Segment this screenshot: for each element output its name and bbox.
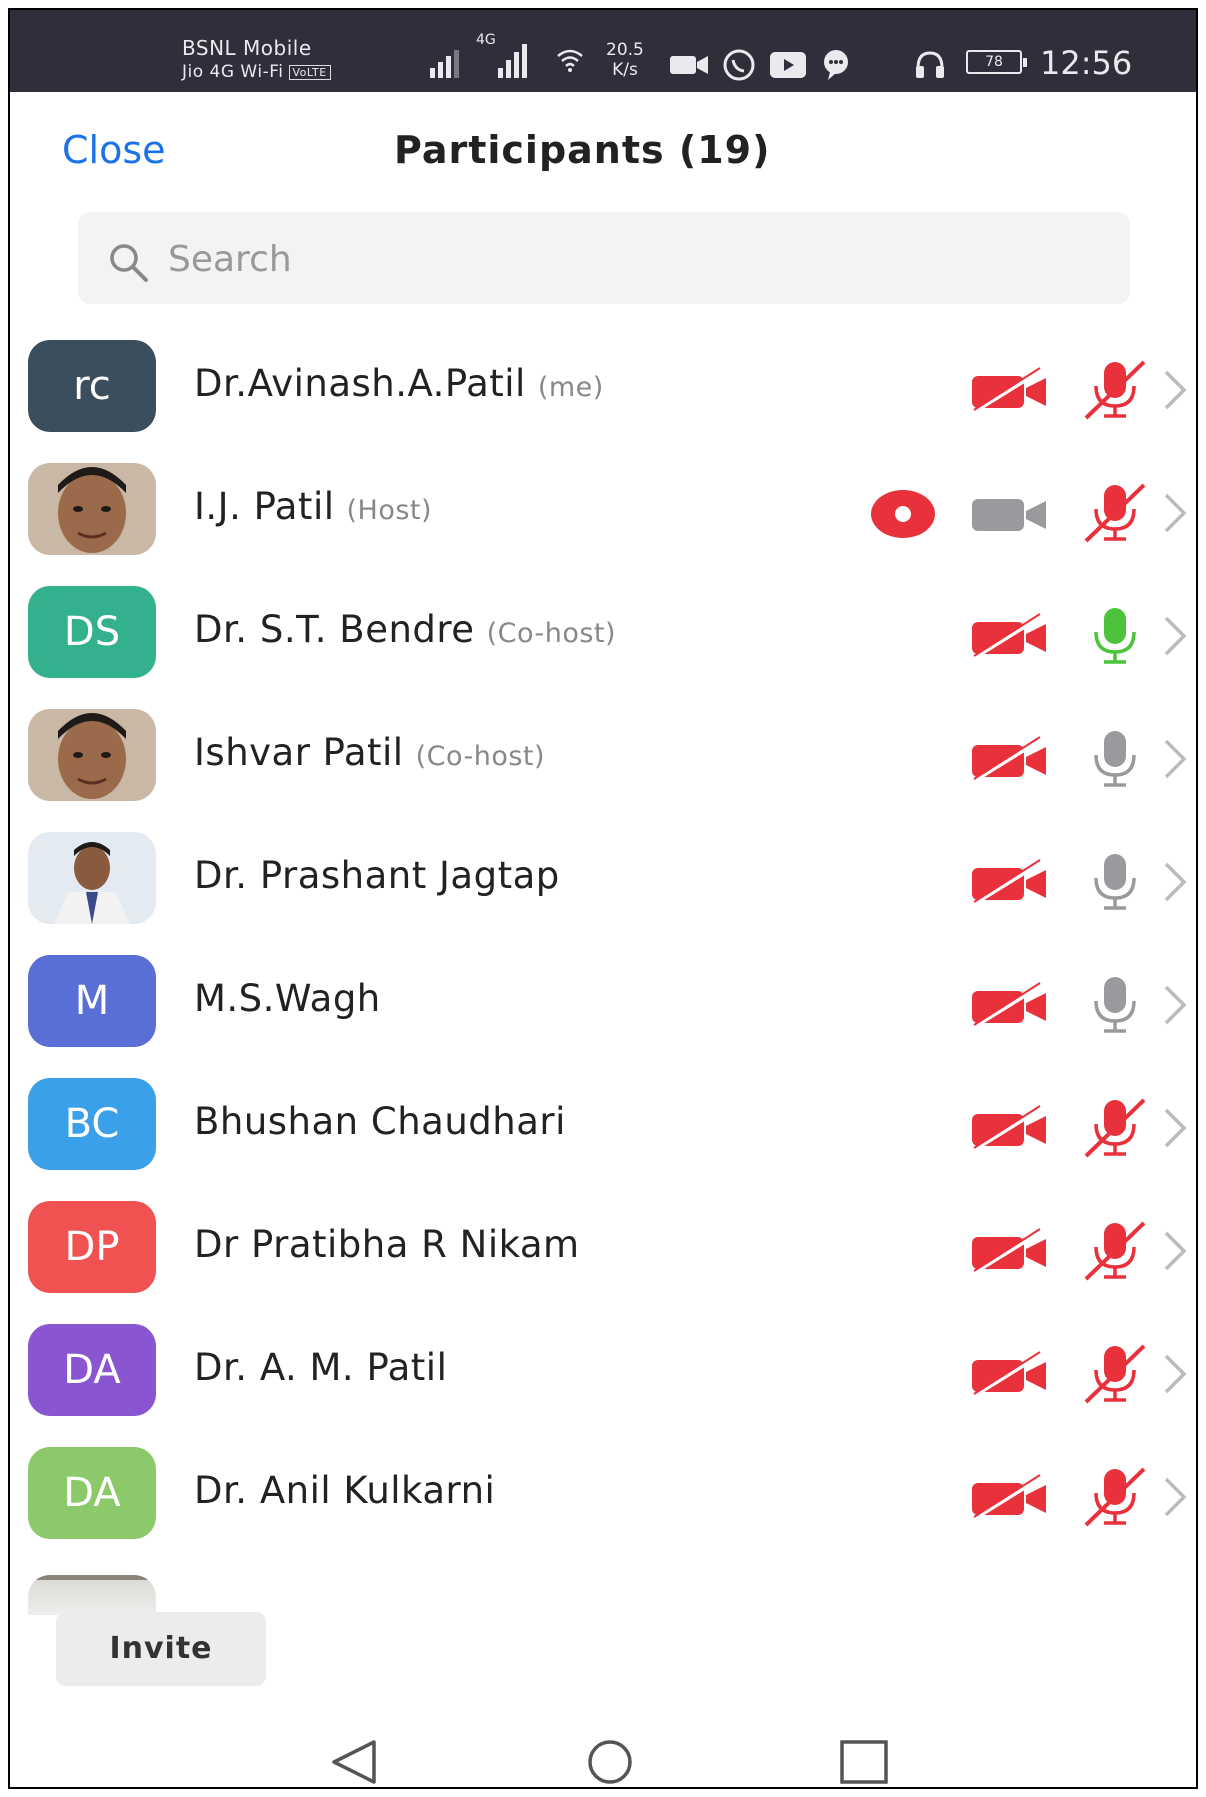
participant-role-tag: (Co-host): [486, 618, 617, 649]
signal-icon: [430, 40, 459, 78]
recording-icon: [871, 490, 935, 538]
participant-role-tag: (Host): [346, 495, 433, 526]
mic-icon[interactable]: [1080, 973, 1152, 1037]
participant-row[interactable]: BC Bhushan Chaudhari: [10, 1068, 1196, 1191]
mic-muted-icon[interactable]: [1080, 1465, 1152, 1529]
participant-row[interactable]: DP Dr Pratibha R Nikam: [10, 1191, 1196, 1314]
video-off-icon[interactable]: [970, 1227, 1050, 1277]
video-off-icon[interactable]: [970, 366, 1050, 416]
participant-row[interactable]: Ishvar Patil (Co-host): [10, 699, 1196, 822]
chevron-right-icon[interactable]: [1162, 368, 1188, 412]
volte-badge: VoLTE: [288, 64, 331, 80]
battery-icon: 78: [966, 50, 1027, 74]
avatar: [28, 463, 156, 555]
wifi-icon: [557, 49, 583, 72]
headset-icon: [916, 51, 944, 78]
chevron-right-icon[interactable]: [1162, 1352, 1188, 1396]
mic-speaking-icon[interactable]: [1080, 604, 1152, 668]
chevron-right-icon[interactable]: [1162, 614, 1188, 658]
mic-muted-icon[interactable]: [1080, 1342, 1152, 1406]
participant-row[interactable]: Dr. Prashant Jagtap: [10, 822, 1196, 945]
youtube-icon: [770, 52, 806, 78]
participant-name: Dr. S.T. Bendre (Co-host): [194, 608, 617, 651]
video-on-icon[interactable]: [970, 489, 1050, 539]
status-time: 12:56: [1040, 44, 1133, 82]
video-off-icon[interactable]: [970, 858, 1050, 908]
avatar: BC: [28, 1078, 156, 1170]
avatar: M: [28, 955, 156, 1047]
video-camera-icon: [670, 56, 708, 74]
network-speed: 20.5 K/s: [606, 40, 644, 80]
video-off-icon[interactable]: [970, 735, 1050, 785]
chevron-right-icon[interactable]: [1162, 983, 1188, 1027]
status-bar: BSNL Mobile Jio 4G Wi-Fi VoLTE 4G 20.5 K/s…: [10, 10, 1196, 92]
search-input[interactable]: [166, 228, 1070, 290]
chevron-right-icon[interactable]: [1162, 491, 1188, 535]
recents-nav-icon[interactable]: [836, 1738, 892, 1786]
participant-name: Dr. A. M. Patil: [194, 1346, 448, 1389]
page-title: Participants (19): [394, 128, 771, 172]
participant-row[interactable]: DS Dr. S.T. Bendre (Co-host): [10, 576, 1196, 699]
participant-row[interactable]: M M.S.Wagh: [10, 945, 1196, 1068]
avatar: rc: [28, 340, 156, 432]
avatar: [28, 709, 156, 801]
invite-button[interactable]: Invite: [56, 1612, 266, 1686]
participant-name: Ishvar Patil (Co-host): [194, 731, 546, 774]
participant-name: Dr. Anil Kulkarni: [194, 1469, 496, 1512]
mic-icon[interactable]: [1080, 850, 1152, 914]
chevron-right-icon[interactable]: [1162, 737, 1188, 781]
chevron-right-icon[interactable]: [1162, 860, 1188, 904]
participant-name: Dr.Avinash.A.Patil (me): [194, 362, 604, 405]
participant-name: I.J. Patil (Host): [194, 485, 433, 528]
chevron-right-icon[interactable]: [1162, 1106, 1188, 1150]
chevron-right-icon[interactable]: [1162, 1229, 1188, 1273]
video-off-icon[interactable]: [970, 612, 1050, 662]
network-type-label: 4G: [476, 32, 496, 48]
participant-role-tag: (Co-host): [415, 741, 546, 772]
video-off-icon[interactable]: [970, 1104, 1050, 1154]
avatar: [28, 832, 156, 924]
mic-muted-icon[interactable]: [1080, 481, 1152, 545]
video-off-icon[interactable]: [970, 1473, 1050, 1523]
participant-row[interactable]: rc Dr.Avinash.A.Patil (me): [10, 330, 1196, 453]
search-icon: [110, 244, 148, 282]
whatsapp-icon: [723, 49, 755, 81]
carrier-label-1: BSNL Mobile: [182, 36, 312, 60]
participant-row[interactable]: DA Dr. Anil Kulkarni: [10, 1437, 1196, 1560]
close-button[interactable]: Close: [62, 128, 166, 172]
header: Close Participants (19): [10, 92, 1196, 192]
video-off-icon[interactable]: [970, 1350, 1050, 1400]
signal-icon-2: [498, 40, 527, 78]
participant-name: Bhushan Chaudhari: [194, 1100, 566, 1143]
back-nav-icon[interactable]: [326, 1738, 382, 1786]
mic-muted-icon[interactable]: [1080, 358, 1152, 422]
avatar: DA: [28, 1324, 156, 1416]
chat-icon: [824, 50, 848, 80]
search-bar[interactable]: [78, 212, 1130, 304]
participant-row[interactable]: I.J. Patil (Host): [10, 453, 1196, 576]
video-off-icon[interactable]: [970, 981, 1050, 1031]
participant-row[interactable]: DA Dr. A. M. Patil: [10, 1314, 1196, 1437]
avatar: DA: [28, 1447, 156, 1539]
participant-role-tag: (me): [537, 372, 604, 403]
participant-name: Dr. Prashant Jagtap: [194, 854, 560, 897]
participant-name: Dr Pratibha R Nikam: [194, 1223, 580, 1266]
mic-icon[interactable]: [1080, 727, 1152, 791]
carrier-label-2: Jio 4G Wi-Fi VoLTE: [182, 62, 331, 82]
avatar: DS: [28, 586, 156, 678]
avatar: DP: [28, 1201, 156, 1293]
chevron-right-icon[interactable]: [1162, 1475, 1188, 1519]
mic-muted-icon[interactable]: [1080, 1096, 1152, 1160]
home-nav-icon[interactable]: [580, 1738, 640, 1786]
phone-screen: BSNL Mobile Jio 4G Wi-Fi VoLTE 4G 20.5 K/s…: [8, 8, 1198, 1789]
mic-muted-icon[interactable]: [1080, 1219, 1152, 1283]
participant-name: M.S.Wagh: [194, 977, 381, 1020]
